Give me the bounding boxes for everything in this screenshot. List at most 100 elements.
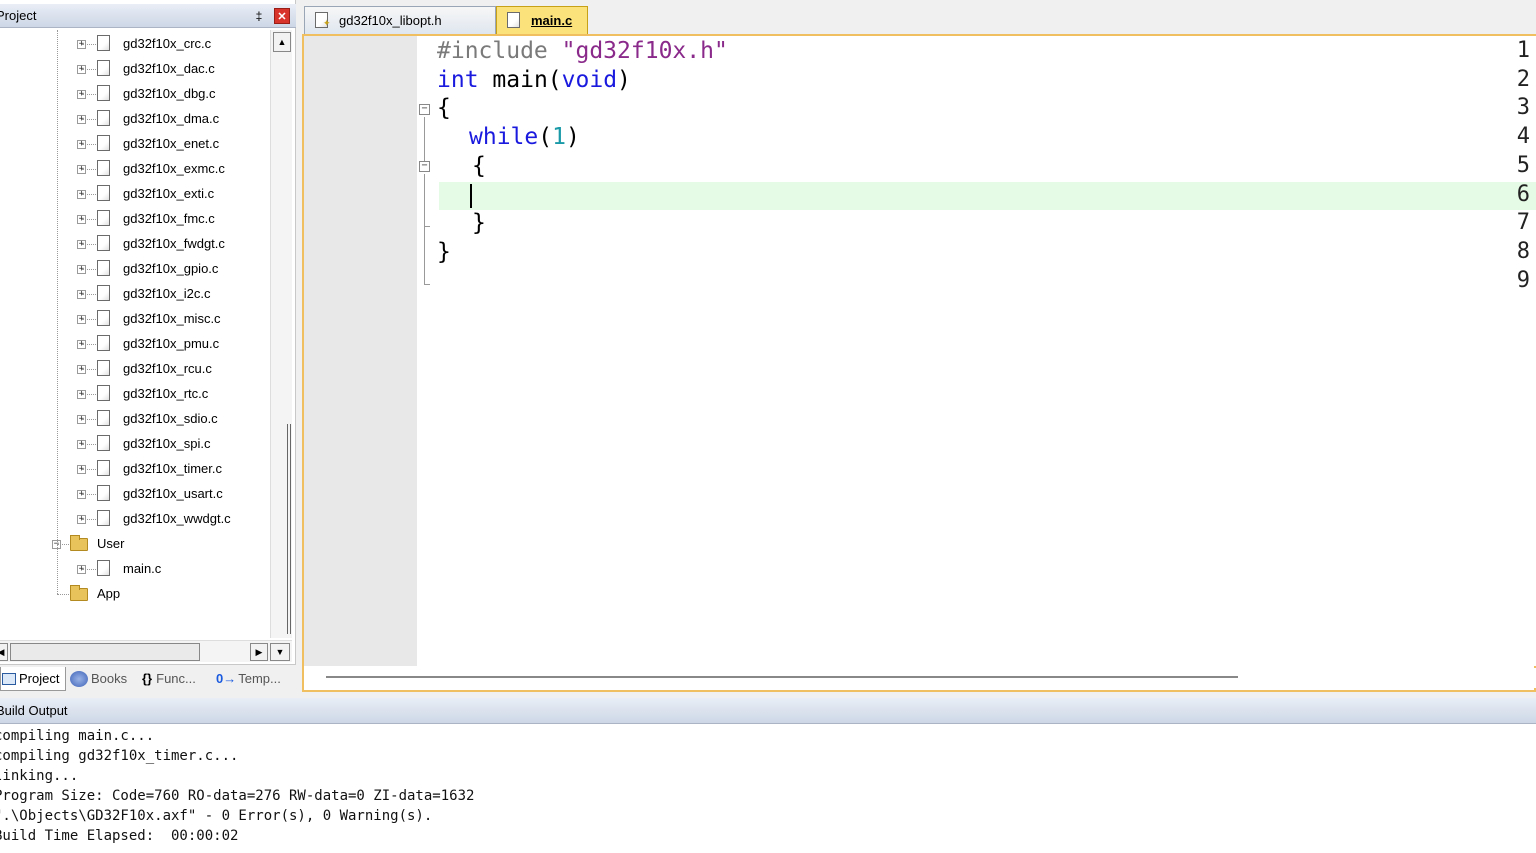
tab-project[interactable]: Project	[0, 667, 66, 691]
tree-file-item[interactable]: + gd32f10x_i2c.c	[0, 281, 270, 306]
scroll-up-arrow-icon[interactable]: ▲	[273, 32, 291, 52]
vertical-scroll-thumb[interactable]	[287, 424, 291, 634]
scroll-down-arrow-icon[interactable]: ▼	[270, 643, 290, 661]
file-icon	[97, 485, 110, 501]
editor-horizontal-scroll-thumb[interactable]	[326, 676, 1238, 678]
tab-functions[interactable]: {} Func...	[142, 667, 212, 691]
code-editor[interactable]: 1 2 3 4 5 6 7 8 9 − − #include "gd32f10x…	[302, 34, 1536, 692]
tree-file-item[interactable]: + gd32f10x_rcu.c	[0, 356, 270, 381]
editor-area: ✦ gd32f10x_libopt.h main.c 1 2 3 4 5 6 7…	[300, 0, 1536, 692]
file-icon	[97, 35, 110, 51]
build-output-line: linking...	[0, 768, 79, 784]
tree-file-item[interactable]: + gd32f10x_wwdgt.c	[0, 506, 270, 531]
fold-end-tick	[424, 284, 430, 285]
editor-tab-bar: ✦ gd32f10x_libopt.h main.c	[300, 0, 1536, 34]
tree-file-item[interactable]: + gd32f10x_dac.c	[0, 56, 270, 81]
tree-file-item[interactable]: + gd32f10x_crc.c	[0, 31, 270, 56]
tree-item-label: gd32f10x_crc.c	[123, 36, 212, 51]
tree-file-item[interactable]: + gd32f10x_misc.c	[0, 306, 270, 331]
project-tree: + gd32f10x_crc.c + gd32f10x_dac.c + gd32f10x_…	[0, 30, 270, 638]
line-number: 5	[1516, 153, 1530, 178]
tree-file-item[interactable]: + gd32f10x_timer.c	[0, 456, 270, 481]
templates-icon: 0→	[216, 671, 237, 686]
tree-file-item[interactable]: + gd32f10x_fmc.c	[0, 206, 270, 231]
tree-folder-user[interactable]: − User	[0, 531, 270, 556]
tree-connector	[82, 344, 96, 345]
project-horizontal-scrollbar[interactable]: ◀ ▶ ▼	[0, 640, 292, 662]
tab-main-c[interactable]: main.c	[496, 6, 588, 34]
tab-templates[interactable]: 0→ Temp...	[216, 667, 290, 691]
tree-item-label: gd32f10x_usart.c	[123, 486, 223, 501]
tree-file-item[interactable]: + gd32f10x_exmc.c	[0, 156, 270, 181]
tree-item-label: App	[97, 586, 121, 601]
tree-file-item[interactable]: + gd32f10x_dbg.c	[0, 81, 270, 106]
tree-connector	[82, 94, 96, 95]
build-output-line: Build Time Elapsed: 00:00:02	[0, 828, 239, 844]
preprocessor-directive: #include	[437, 38, 548, 64]
folder-icon	[70, 535, 88, 551]
file-icon	[97, 85, 110, 101]
tree-file-item[interactable]: + gd32f10x_rtc.c	[0, 381, 270, 406]
pin-icon[interactable]: ‡	[252, 8, 266, 24]
build-output-line: ".\Objects\GD32F10x.axf" - 0 Error(s), 0…	[0, 808, 433, 824]
tab-libopt-label: gd32f10x_libopt.h	[339, 13, 442, 28]
keyword: int	[437, 67, 479, 93]
tree-file-item[interactable]: + gd32f10x_exti.c	[0, 181, 270, 206]
tree-file-item[interactable]: + gd32f10x_pmu.c	[0, 331, 270, 356]
editor-horizontal-scrollbar[interactable]	[306, 668, 1536, 688]
tree-connector	[57, 30, 58, 594]
scroll-left-arrow-icon[interactable]: ◀	[0, 643, 8, 661]
build-output-line: Program Size: Code=760 RO-data=276 RW-da…	[0, 788, 475, 804]
tab-main-label: main.c	[531, 13, 573, 28]
tree-file-item[interactable]: + gd32f10x_dma.c	[0, 106, 270, 131]
line-number: 7	[1516, 210, 1530, 235]
tree-connector	[82, 494, 96, 495]
tree-item-label: main.c	[123, 561, 162, 576]
file-icon	[97, 160, 110, 176]
tree-file-item[interactable]: + gd32f10x_gpio.c	[0, 256, 270, 281]
tree-connector	[82, 469, 96, 470]
line-number-gutter	[304, 36, 417, 666]
code-text-area[interactable]	[417, 36, 1536, 666]
horizontal-scroll-thumb[interactable]	[10, 643, 200, 661]
fold-collapse-icon[interactable]: −	[419, 104, 430, 115]
file-icon	[97, 135, 110, 151]
tree-connector	[82, 169, 96, 170]
tree-folder-app[interactable]: App	[0, 581, 270, 606]
punctuation: )	[617, 67, 631, 93]
fold-collapse-icon[interactable]: −	[419, 161, 430, 172]
tab-gd32f10x-libopt-h[interactable]: ✦ gd32f10x_libopt.h	[304, 6, 496, 34]
project-panel-header: Project ‡ ✕	[0, 4, 296, 28]
tree-item-label: gd32f10x_gpio.c	[123, 261, 219, 276]
tree-connector	[82, 244, 96, 245]
tree-item-label: gd32f10x_exti.c	[123, 186, 215, 201]
number-literal: 1	[552, 124, 566, 150]
project-vertical-scrollbar[interactable]: ▲	[270, 30, 292, 638]
tree-file-item[interactable]: + gd32f10x_enet.c	[0, 131, 270, 156]
file-icon	[97, 435, 110, 451]
current-line-highlight	[439, 182, 1536, 210]
scroll-right-arrow-icon[interactable]: ▶	[250, 643, 268, 661]
tree-item-label: gd32f10x_exmc.c	[123, 161, 225, 176]
tree-file-item[interactable]: + gd32f10x_fwdgt.c	[0, 231, 270, 256]
tree-file-item[interactable]: + gd32f10x_usart.c	[0, 481, 270, 506]
tree-file-item[interactable]: + gd32f10x_sdio.c	[0, 406, 270, 431]
code-line-4: while(1)	[469, 124, 580, 150]
fold-guide-line	[424, 117, 425, 161]
tree-connector	[82, 119, 96, 120]
fold-guide-line	[424, 174, 425, 284]
tree-connector	[82, 44, 96, 45]
tree-item-label: gd32f10x_dbg.c	[123, 86, 216, 101]
file-icon	[97, 260, 110, 276]
tree-file-item[interactable]: + gd32f10x_spi.c	[0, 431, 270, 456]
file-icon	[97, 335, 110, 351]
identifier: main	[492, 67, 548, 93]
code-line-1: #include "gd32f10x.h"	[437, 38, 728, 64]
tree-file-item[interactable]: + main.c	[0, 556, 270, 581]
tab-books[interactable]: Books	[70, 667, 138, 691]
project-panel-tabs: Project Books {} Func... 0→ Temp...	[0, 664, 296, 692]
tree-connector	[57, 544, 69, 545]
punctuation: (	[538, 124, 553, 150]
close-icon[interactable]: ✕	[274, 8, 290, 24]
project-icon	[2, 673, 16, 685]
